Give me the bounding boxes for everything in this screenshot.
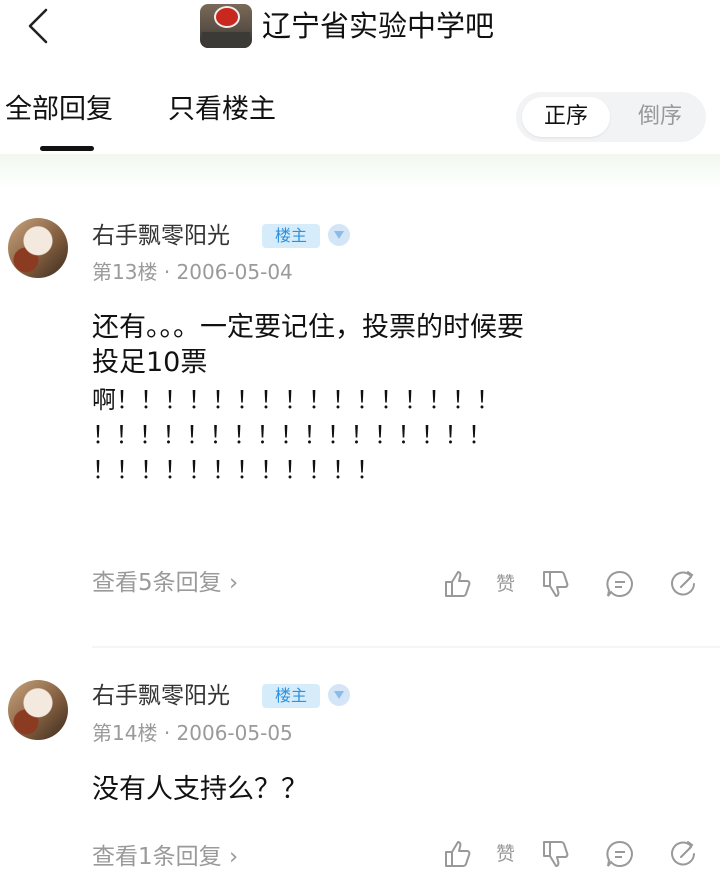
comment-icon[interactable] — [604, 568, 636, 600]
building-image — [202, 32, 250, 48]
meta-separator: · — [163, 260, 177, 284]
level-gem-icon — [328, 224, 350, 246]
content-line: 投足10票 — [92, 347, 208, 378]
content-line: 啊！！！！！！！！！！！！！！！！ — [92, 386, 500, 414]
content-line: ！！！！！！！！！！！！ — [92, 456, 380, 484]
content-line: 还有。。。一定要记住，投票的时候要 — [92, 312, 524, 343]
sort-ascending-button[interactable]: 正序 — [522, 97, 610, 137]
sort-descending-button[interactable]: 倒序 — [620, 97, 700, 137]
comment-icon[interactable] — [604, 838, 636, 870]
view-replies-link[interactable]: 查看5条回复 › — [92, 568, 238, 598]
active-tab-indicator — [40, 146, 94, 151]
share-icon[interactable] — [668, 838, 700, 870]
forum-avatar[interactable] — [200, 4, 252, 48]
owner-badge: 楼主 — [262, 684, 320, 708]
view-replies-link[interactable]: 查看1条回复 › — [92, 842, 238, 872]
floor-number: 第13楼 — [92, 260, 158, 284]
post-meta: 第13楼 · 2006-05-04 — [92, 258, 293, 286]
level-gem-icon — [328, 684, 350, 706]
view-replies-text: 查看1条回复 — [92, 844, 222, 870]
like-label[interactable]: 赞 — [496, 570, 515, 598]
tab-owner-only[interactable]: 只看楼主 — [168, 92, 276, 128]
author-name[interactable]: 右手飘零阳光 — [92, 681, 230, 711]
post-meta: 第14楼 · 2006-05-05 — [92, 719, 293, 747]
content-line: ！！！！！！！！！！！！！！！！！ — [92, 421, 492, 449]
post-content: 没有人支持么？？ — [92, 772, 692, 807]
thumbs-down-icon[interactable] — [540, 838, 572, 870]
chevron-right-icon: › — [228, 844, 239, 870]
post-date: 2006-05-04 — [176, 260, 293, 284]
back-arrow-icon[interactable] — [22, 6, 56, 46]
forum-title[interactable]: 辽宁省实验中学吧 — [262, 6, 494, 46]
thumbs-up-icon[interactable] — [442, 568, 474, 600]
tab-all-replies[interactable]: 全部回复 — [5, 92, 113, 128]
like-label[interactable]: 赞 — [496, 840, 515, 868]
view-replies-text: 查看5条回复 — [92, 570, 222, 596]
content-line: 没有人支持么？？ — [92, 774, 308, 805]
floor-number: 第14楼 — [92, 721, 158, 745]
avatar[interactable] — [8, 218, 68, 278]
avatar[interactable] — [8, 680, 68, 740]
post-date: 2006-05-05 — [176, 721, 293, 745]
share-icon[interactable] — [668, 568, 700, 600]
author-name[interactable]: 右手飘零阳光 — [92, 221, 230, 251]
owner-badge: 楼主 — [262, 224, 320, 248]
tabs-divider — [0, 154, 720, 188]
thumbs-up-icon[interactable] — [442, 838, 474, 870]
sort-toggle: 正序 倒序 — [516, 92, 706, 142]
school-emblem-icon — [214, 6, 240, 28]
top-bar: 辽宁省实验中学吧 — [0, 0, 720, 56]
meta-separator: · — [163, 721, 177, 745]
post-content: 还有。。。一定要记住，投票的时候要 投足10票 啊！！！！！！！！！！！！！！！… — [92, 310, 692, 488]
post-separator — [92, 646, 720, 648]
thumbs-down-icon[interactable] — [540, 568, 572, 600]
chevron-right-icon: › — [228, 570, 239, 596]
reply-tabs: 全部回复 只看楼主 正序 倒序 — [0, 80, 720, 151]
